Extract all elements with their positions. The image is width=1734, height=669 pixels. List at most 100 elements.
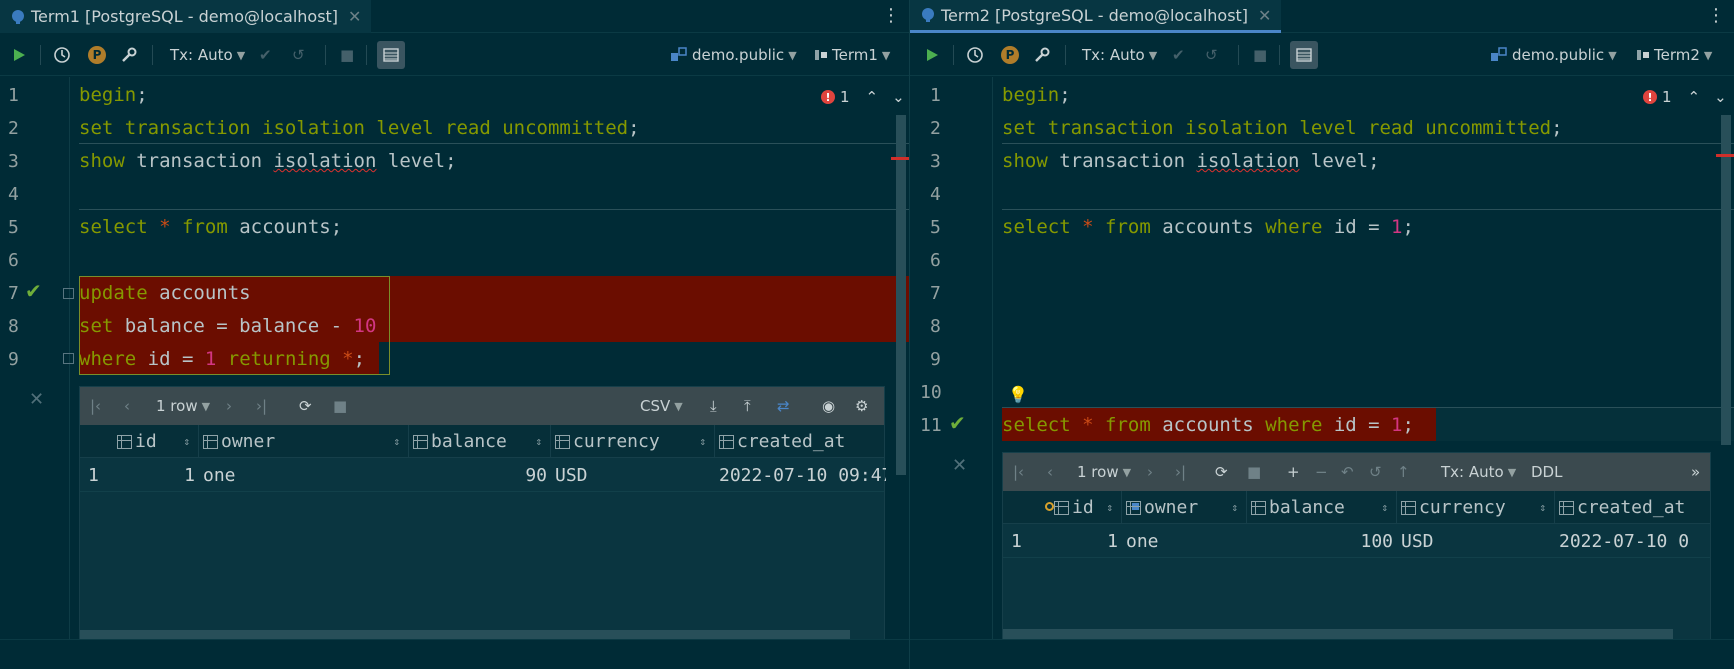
sort-icon[interactable]: ⇕ (535, 435, 542, 448)
editor-scrollbar[interactable] (896, 115, 906, 475)
prev-page-button[interactable]: ‹ (124, 395, 130, 417)
history-button[interactable] (966, 44, 984, 66)
inspection-widget[interactable]: ! 1 ⌃ ⌄ (821, 88, 905, 106)
execute-button[interactable] (924, 44, 940, 66)
cell-currency[interactable]: USD (551, 459, 715, 492)
delete-row-button[interactable]: − (1315, 461, 1328, 483)
more-options-icon[interactable]: ⋮ (882, 6, 900, 26)
explain-plan-button[interactable]: P (1001, 44, 1019, 66)
rollback-button[interactable]: ↺ (1205, 44, 1218, 66)
chevron-down-icon[interactable]: ⌄ (1714, 88, 1727, 106)
fold-marker-icon[interactable] (63, 288, 74, 299)
editor-scrollbar[interactable] (1721, 115, 1731, 445)
cell-balance[interactable]: 100 (1247, 525, 1397, 558)
cell-created-at[interactable]: 2022-07-10 0 (1555, 525, 1712, 558)
row-count-dropdown[interactable]: 1 row ▼ (156, 395, 210, 417)
commit-button[interactable]: ✔ (259, 44, 272, 66)
close-tab-icon[interactable]: ✕ (1258, 6, 1271, 25)
fold-marker-icon[interactable] (63, 353, 74, 364)
column-header-currency[interactable]: currency ⇕ (1397, 491, 1555, 524)
result-tx-dropdown[interactable]: Tx: Auto ▼ (1441, 461, 1516, 483)
close-tab-icon[interactable]: ✕ (348, 7, 361, 26)
result-settings-button[interactable]: ⚙ (855, 395, 868, 417)
compare-button[interactable]: ⇄ (777, 395, 790, 417)
cell-currency[interactable]: USD (1397, 525, 1555, 558)
tab-term2[interactable]: Term2 [PostgreSQL - demo@localhost] ✕ (910, 0, 1282, 33)
explain-plan-button[interactable]: P (88, 44, 106, 66)
tab-term1[interactable]: Term1 [PostgreSQL - demo@localhost] ✕ (0, 0, 372, 33)
cell-id[interactable]: 1 (1036, 525, 1122, 558)
add-row-button[interactable]: + (1287, 461, 1300, 483)
sort-icon[interactable]: ⇕ (699, 435, 706, 448)
rollback-button[interactable]: ↺ (292, 44, 305, 66)
settings-wrench-button[interactable] (120, 44, 138, 66)
tx-mode-dropdown[interactable]: Tx: Auto ▼ (170, 44, 245, 66)
error-stripe-marker[interactable] (891, 157, 909, 160)
sort-icon[interactable]: ⇕ (393, 435, 400, 448)
row-count-dropdown[interactable]: 1 row ▼ (1077, 461, 1131, 483)
column-header-id[interactable]: id ⇕ (113, 425, 199, 458)
chevron-down-icon[interactable]: ⌄ (892, 88, 905, 106)
column-header-balance[interactable]: balance ⇕ (409, 425, 551, 458)
lightbulb-icon[interactable]: 💡 (1008, 385, 1028, 404)
overflow-menu-button[interactable]: » (1691, 461, 1700, 483)
session-selector[interactable]: Term2 ▼ (1636, 44, 1712, 66)
sort-icon[interactable]: ⇕ (1539, 501, 1546, 514)
column-header-owner[interactable]: owner ⇕ (1122, 491, 1247, 524)
column-header-created-at[interactable]: created_at (1555, 491, 1712, 524)
download-button[interactable]: ⤓ (710, 395, 717, 417)
settings-wrench-button[interactable] (1033, 44, 1051, 66)
cell-owner[interactable]: one (1122, 525, 1247, 558)
table-row[interactable]: 1 1 one 90 USD 2022-07-10 09:47:49. (80, 459, 886, 492)
schema-selector[interactable]: demo.public ▼ (670, 44, 797, 66)
revert-button[interactable]: ↶ (1341, 461, 1354, 483)
more-options-icon[interactable]: ⋮ (1707, 6, 1725, 26)
cell-created-at[interactable]: 2022-07-10 09:47:49. (715, 459, 886, 492)
commit-button[interactable]: ✔ (1172, 44, 1185, 66)
cancel-query-button[interactable]: ■ (333, 395, 347, 417)
error-stripe-marker[interactable] (1716, 154, 1734, 157)
last-page-button[interactable]: ›| (1175, 461, 1186, 483)
tx-mode-dropdown[interactable]: Tx: Auto ▼ (1082, 44, 1157, 66)
submit-button[interactable]: ↑ (1397, 461, 1410, 483)
history-button[interactable] (53, 44, 71, 66)
column-header-balance[interactable]: balance ⇕ (1247, 491, 1397, 524)
column-header-owner[interactable]: owner ⇕ (199, 425, 409, 458)
output-layout-button[interactable] (1290, 41, 1318, 69)
view-button[interactable]: ◉ (822, 395, 835, 417)
sort-icon[interactable]: ⇕ (1231, 501, 1238, 514)
close-result-icon[interactable]: ✕ (29, 389, 44, 410)
revert-all-button[interactable]: ↺ (1369, 461, 1382, 483)
last-page-button[interactable]: ›| (256, 395, 267, 417)
execute-button[interactable] (11, 44, 27, 66)
result-horizontal-scrollbar[interactable] (1003, 629, 1673, 639)
output-layout-button[interactable] (377, 41, 405, 69)
stop-button[interactable]: ■ (340, 44, 354, 66)
table-row[interactable]: 1 1 one 100 USD 2022-07-10 0 (1003, 525, 1710, 558)
export-format-dropdown[interactable]: CSV ▼ (640, 395, 683, 417)
refresh-button[interactable]: ⟳ (299, 395, 312, 417)
ddl-button[interactable]: DDL (1531, 461, 1562, 483)
column-header-created-at[interactable]: created_at (715, 425, 886, 458)
upload-button[interactable]: ⤒ (744, 395, 751, 417)
next-page-button[interactable]: › (226, 395, 232, 417)
column-header-currency[interactable]: currency ⇕ (551, 425, 715, 458)
close-result-icon[interactable]: ✕ (952, 455, 967, 476)
cancel-query-button[interactable]: ■ (1247, 461, 1261, 483)
first-page-button[interactable]: |‹ (1013, 461, 1024, 483)
session-selector[interactable]: Term1 ▼ (814, 44, 890, 66)
first-page-button[interactable]: |‹ (90, 395, 101, 417)
prev-page-button[interactable]: ‹ (1047, 461, 1053, 483)
column-header-id[interactable]: id ⇕ (1036, 491, 1122, 524)
schema-selector[interactable]: demo.public ▼ (1490, 44, 1617, 66)
chevron-up-icon[interactable]: ⌃ (866, 88, 879, 106)
next-page-button[interactable]: › (1147, 461, 1153, 483)
sort-icon[interactable]: ⇕ (1106, 501, 1113, 514)
cell-id[interactable]: 1 (113, 459, 199, 492)
refresh-button[interactable]: ⟳ (1215, 461, 1228, 483)
chevron-up-icon[interactable]: ⌃ (1688, 88, 1701, 106)
cell-balance[interactable]: 90 (409, 459, 551, 492)
sort-icon[interactable]: ⇕ (1381, 501, 1388, 514)
inspection-widget[interactable]: ! 1 ⌃ ⌄ (1643, 88, 1727, 106)
sort-icon[interactable]: ⇕ (183, 435, 190, 448)
